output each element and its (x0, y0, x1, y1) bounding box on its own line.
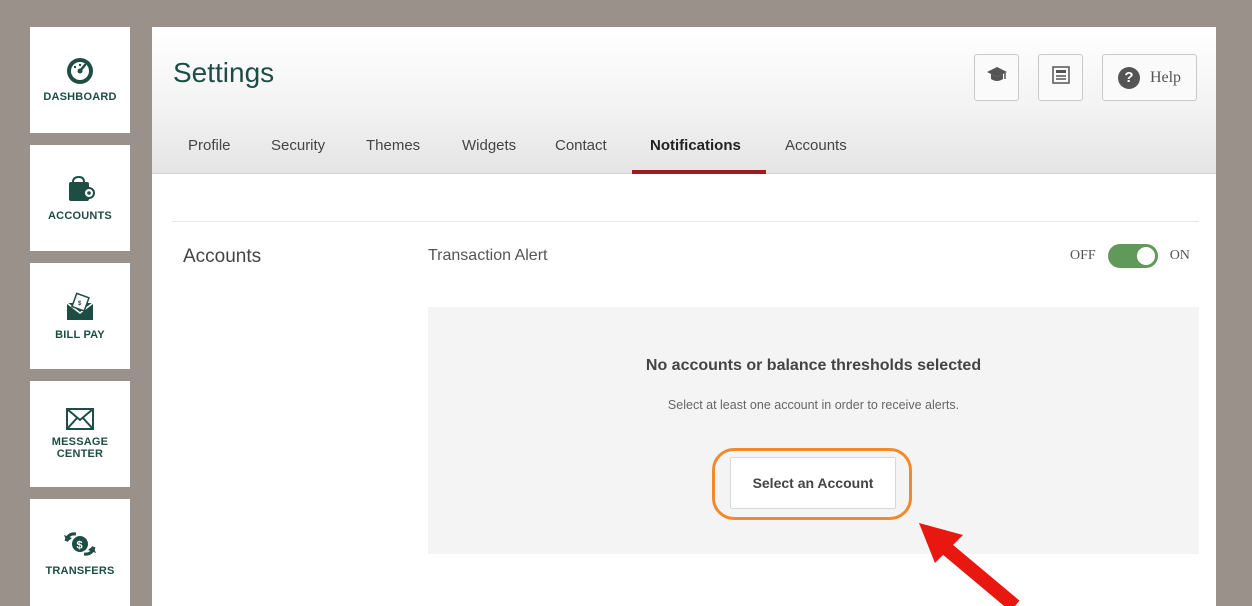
money-transfer-icon: $ (62, 529, 98, 559)
help-button[interactable]: ? Help (1102, 54, 1197, 101)
active-tab-indicator (632, 170, 766, 174)
tab-accounts[interactable]: Accounts (785, 137, 847, 174)
toggle-off-label: OFF (1070, 248, 1096, 263)
select-account-button[interactable]: Select an Account (730, 457, 896, 509)
toggle-knob (1136, 247, 1155, 265)
transaction-alert-label: Transaction Alert (428, 247, 548, 264)
tab-security[interactable]: Security (271, 137, 325, 174)
section-title: Accounts (183, 246, 262, 267)
tab-profile[interactable]: Profile (188, 137, 231, 174)
settings-panel: Settings ? Help Profile Security Themes … (152, 27, 1216, 606)
sidebar-item-bill-pay[interactable]: $ BILL PAY (30, 263, 130, 369)
sidebar-item-transfers[interactable]: $ TRANSFERS (30, 499, 130, 606)
settings-tabs: Profile Security Themes Widgets Contact … (152, 137, 1216, 174)
tab-notifications[interactable]: Notifications (650, 137, 741, 174)
learning-button[interactable] (974, 54, 1019, 101)
red-arrow-annotation (919, 523, 1020, 606)
tab-themes[interactable]: Themes (366, 137, 420, 174)
wallet-icon (65, 174, 95, 204)
news-button[interactable] (1038, 54, 1083, 101)
svg-text:$: $ (77, 539, 83, 551)
tab-widgets[interactable]: Widgets (462, 137, 516, 174)
transaction-alert-toggle-group: OFF ON (1070, 242, 1200, 270)
sidebar-item-label: ACCOUNTS (48, 210, 112, 222)
transaction-alert-toggle[interactable] (1107, 244, 1158, 268)
mail-icon (66, 408, 94, 430)
sidebar-item-label: MESSAGE CENTER (51, 436, 109, 460)
sidebar-item-label: DASHBOARD (43, 91, 117, 103)
tab-contact[interactable]: Contact (555, 137, 607, 174)
sidebar-item-label: TRANSFERS (45, 564, 115, 577)
speedometer-icon (66, 57, 94, 85)
section-divider (172, 221, 1199, 222)
empty-state-panel: No accounts or balance thresholds select… (428, 307, 1199, 554)
help-button-label: Help (1149, 68, 1182, 86)
sidebar-item-dashboard[interactable]: DASHBOARD (30, 27, 130, 133)
envelope-bill-icon: $ (64, 291, 96, 323)
empty-state-title: No accounts or balance thresholds select… (645, 357, 982, 374)
sidebar-item-label: BILL PAY (55, 329, 105, 341)
sidebar-item-accounts[interactable]: ACCOUNTS (30, 145, 130, 251)
toggle-on-label: ON (1169, 248, 1190, 263)
graduation-cap-icon (986, 66, 1008, 89)
newspaper-icon (1051, 66, 1070, 89)
sidebar-item-message-center[interactable]: MESSAGE CENTER (30, 381, 130, 487)
page-title: Settings (173, 57, 275, 88)
empty-state-subtitle: Select at least one account in order to … (667, 398, 960, 412)
settings-header: Settings ? Help Profile Security Themes … (152, 27, 1216, 174)
question-mark-icon: ? (1117, 66, 1140, 89)
